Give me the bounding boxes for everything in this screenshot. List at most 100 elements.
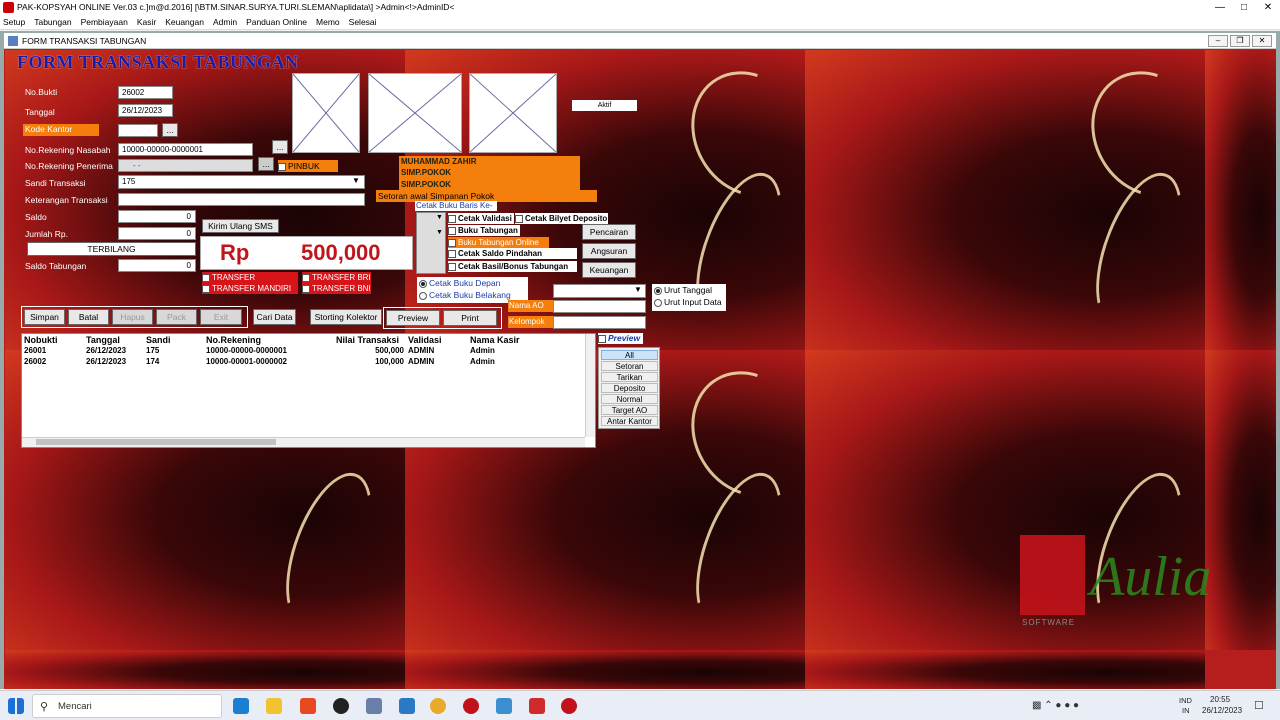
file-explorer-icon[interactable] [266, 698, 282, 714]
app-taskbar-icon-3[interactable] [399, 698, 415, 714]
clock-date[interactable]: 26/12/2023 [1202, 706, 1242, 715]
menu-tabungan[interactable]: Tabungan [34, 17, 71, 27]
start-icon[interactable] [8, 698, 24, 714]
buku-tabungan-check[interactable]: Buku Tabungan [448, 225, 520, 236]
preview-check[interactable]: Preview [598, 333, 643, 344]
rek-penerima-lookup-button[interactable]: ... [258, 157, 274, 171]
menu-keuangan[interactable]: Keuangan [165, 17, 204, 27]
menu-setup[interactable]: Setup [3, 17, 25, 27]
jumlah-field[interactable]: 0 [118, 227, 196, 240]
tanggal-field[interactable]: 26/12/2023 [118, 104, 173, 117]
kirim-sms-button[interactable]: Kirim Ulang SMS [202, 219, 279, 233]
pencairan-button[interactable]: Pencairan [582, 224, 636, 240]
preview-button[interactable]: Preview [386, 310, 440, 326]
filter-deposito[interactable]: Deposito [601, 383, 658, 393]
transfer-mandiri[interactable]: TRANSFER MANDIRI [202, 283, 298, 294]
sandi-dropdown-icon[interactable]: ▼ [352, 176, 360, 185]
cetak-baris-up-icon[interactable]: ▼ [436, 214, 443, 221]
app-taskbar-icon-2[interactable] [333, 698, 349, 714]
grid-scroll-thumb[interactable] [36, 439, 276, 445]
radio-cetak-depan[interactable]: Cetak Buku Depan [419, 277, 528, 289]
filter-setoran[interactable]: Setoran [601, 361, 658, 371]
rek-penerima-field[interactable]: - - [118, 159, 253, 172]
child-restore-icon[interactable]: ❐ [1230, 35, 1250, 47]
col-nobukti[interactable]: Nobukti [22, 334, 84, 345]
filter-tarikan[interactable]: Tarikan [601, 372, 658, 382]
calculator-icon[interactable] [366, 698, 382, 714]
cetak-bilyet-check[interactable]: Cetak Bilyet Deposito [515, 213, 608, 224]
kopsyah-app-icon[interactable] [529, 698, 545, 714]
lang-label[interactable]: IND [1179, 696, 1192, 705]
kelompok-field[interactable] [553, 316, 646, 329]
col-tanggal[interactable]: Tanggal [84, 334, 144, 345]
record-icon-2[interactable] [561, 698, 577, 714]
cetak-saldo-pindahan-check[interactable]: Cetak Saldo Pindahan [448, 248, 577, 259]
cetak-basil-check[interactable]: Cetak Basil/Bonus Tabungan [448, 261, 577, 272]
buku-tabungan-online-check[interactable]: Buku Tabungan Online [448, 237, 549, 248]
lang-sublabel[interactable]: IN [1182, 706, 1190, 715]
col-validasi[interactable]: Validasi [406, 334, 468, 345]
angsuran-button[interactable]: Angsuran [582, 243, 636, 259]
transfer-muamalat[interactable]: TRANSFER MUAMALAT [202, 272, 298, 293]
table-row[interactable]: 26002 26/12/2023 174 10000-00001-0000002… [22, 356, 558, 367]
col-sandi[interactable]: Sandi [144, 334, 204, 345]
child-close-icon[interactable]: ✕ [1252, 35, 1272, 47]
pinbuk-checkbox[interactable]: PINBUK Rek. [278, 160, 338, 183]
rek-nasabah-field[interactable]: 10000-00000-0000001 [118, 143, 253, 156]
table-row[interactable]: 26001 26/12/2023 175 10000-00000-0000001… [22, 345, 558, 356]
col-kasir[interactable]: Nama Kasir [468, 334, 558, 345]
ao-dropdown-icon[interactable]: ▼ [634, 285, 642, 294]
menu-selesai[interactable]: Selesai [349, 17, 377, 27]
keuangan-button[interactable]: Keuangan [582, 262, 636, 278]
menu-admin[interactable]: Admin [213, 17, 237, 27]
exit-button[interactable]: Exit [200, 309, 242, 325]
menu-pembiayaan[interactable]: Pembiayaan [81, 17, 128, 27]
no-bukti-field[interactable]: 26002 [118, 86, 173, 99]
edge-icon[interactable] [233, 698, 249, 714]
menu-memo[interactable]: Memo [316, 17, 340, 27]
ao-select[interactable] [553, 284, 646, 298]
filter-normal[interactable]: Normal [601, 394, 658, 404]
menu-panduan[interactable]: Panduan Online [246, 17, 307, 27]
cetak-validasi-check[interactable]: Cetak Validasi [448, 213, 514, 224]
col-nilai[interactable]: Nilai Transaksi [334, 334, 406, 345]
transfer-bri[interactable]: TRANSFER BRI [302, 272, 371, 283]
grid-vertical-scrollbar[interactable] [585, 334, 595, 437]
filter-target-ao[interactable]: Target AO [601, 405, 658, 415]
app-taskbar-icon-4[interactable] [496, 698, 512, 714]
filter-all[interactable]: All [601, 350, 658, 360]
cetak-baris-list[interactable] [416, 212, 446, 274]
nama-ao-field[interactable] [553, 300, 646, 313]
chrome-icon[interactable] [430, 698, 446, 714]
keterangan-field[interactable] [118, 193, 365, 206]
radio-urut-tanggal[interactable]: Urut Tanggal [654, 284, 726, 296]
sandi-select[interactable]: 175 [118, 175, 365, 189]
minimize-icon[interactable]: — [1208, 0, 1232, 15]
cari-data-button[interactable]: Cari Data [253, 309, 296, 325]
maximize-icon[interactable]: □ [1232, 0, 1256, 15]
rek-nasabah-lookup-button[interactable]: ... [272, 140, 288, 154]
simpan-button[interactable]: Simpan [24, 309, 65, 325]
child-minimize-icon[interactable]: – [1208, 35, 1228, 47]
notification-icon[interactable]: ☐ [1254, 699, 1264, 712]
close-icon[interactable]: ✕ [1256, 0, 1280, 15]
app-taskbar-icon-1[interactable] [300, 698, 316, 714]
pack-button[interactable]: Pack [156, 309, 197, 325]
filter-antar-kantor[interactable]: Antar Kantor [601, 416, 658, 426]
radio-cetak-belakang-label: Cetak Buku Belakang [429, 290, 511, 300]
record-icon[interactable] [463, 698, 479, 714]
radio-urut-input[interactable]: Urut Input Data [654, 296, 726, 308]
transfer-bni[interactable]: TRANSFER BNI [302, 283, 371, 294]
kode-kantor-field[interactable] [118, 124, 158, 137]
hapus-button[interactable]: Hapus [112, 309, 153, 325]
cetak-baris-down-icon[interactable]: ▼ [436, 229, 443, 236]
batal-button[interactable]: Batal [68, 309, 109, 325]
clock-time[interactable]: 20:55 [1210, 695, 1230, 704]
col-norekening[interactable]: No.Rekening [204, 334, 334, 345]
storting-kolektor-button[interactable]: Storting Kolektor [310, 309, 382, 325]
menu-kasir[interactable]: Kasir [137, 17, 156, 27]
tray-icons[interactable]: ▩ ⌃ ● ● ● [1032, 700, 1079, 711]
kode-kantor-lookup-button[interactable]: ... [162, 123, 178, 137]
transaction-grid[interactable]: Nobukti Tanggal Sandi No.Rekening Nilai … [21, 333, 596, 448]
print-button[interactable]: Print [443, 310, 497, 326]
